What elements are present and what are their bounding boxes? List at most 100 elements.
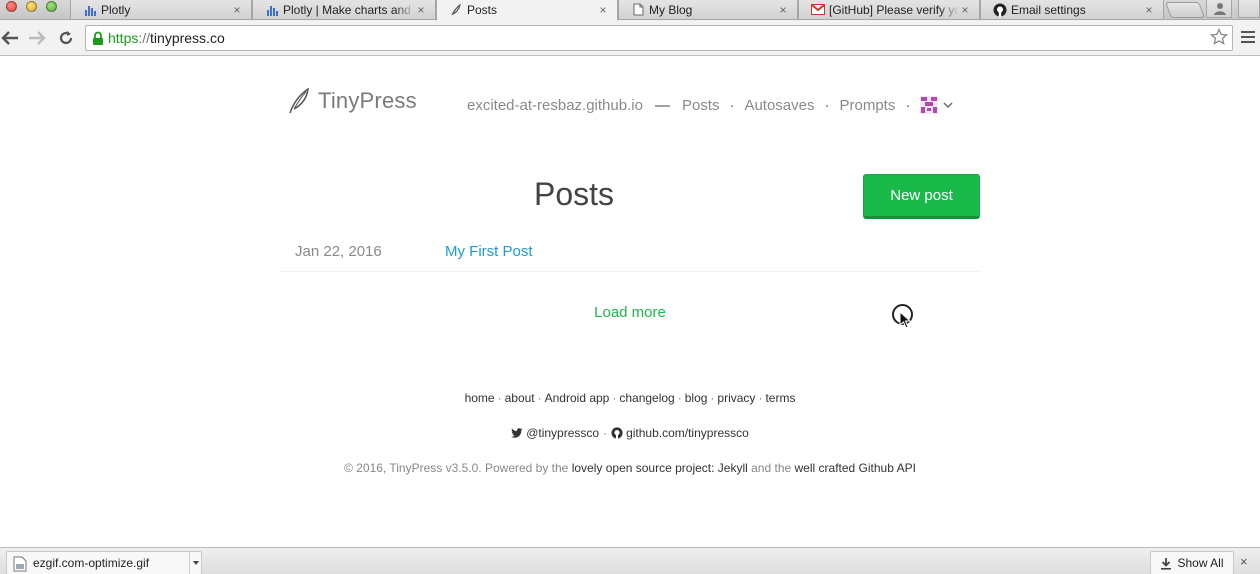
download-arrow-icon: [1161, 557, 1172, 570]
download-item[interactable]: ezgif.com-optimize.gif: [6, 551, 202, 574]
footer-separator: ·: [710, 391, 715, 405]
arrow-right-icon: [29, 31, 46, 45]
list-item: Jan 22, 2016 My First Post: [281, 232, 980, 272]
footer-link-terms[interactable]: terms: [765, 391, 795, 405]
gmail-icon: [811, 3, 825, 17]
footer-separator: ·: [603, 426, 608, 440]
post-list: Jan 22, 2016 My First Post: [281, 232, 980, 272]
file-icon: [13, 556, 27, 572]
new-post-button[interactable]: New post: [863, 174, 980, 219]
footer-link-about[interactable]: about: [505, 391, 535, 405]
top-nav: excited-at-resbaz.github.io — Posts · Au…: [467, 96, 954, 114]
address-bar[interactable]: https://tinypress.co: [85, 25, 1233, 51]
github-api-link[interactable]: well crafted Github API: [795, 461, 916, 475]
lock-icon: [92, 31, 104, 46]
url-text: https://tinypress.co: [108, 30, 225, 46]
tab-title: Posts: [467, 3, 498, 17]
site-header: TinyPress excited-at-resbaz.github.io — …: [0, 56, 1260, 156]
footer-separator: ·: [612, 391, 617, 405]
tab-title: [GitHub] Please verify your email: [829, 2, 959, 17]
close-icon[interactable]: ×: [231, 4, 243, 16]
hamburger-menu-icon[interactable]: [1241, 31, 1255, 43]
post-title-link[interactable]: My First Post: [445, 243, 533, 260]
tab-title: Plotly | Make charts and dashboards: [283, 2, 415, 17]
close-icon[interactable]: ×: [1240, 554, 1248, 569]
forward-button[interactable]: [27, 28, 47, 48]
nav-autosaves[interactable]: Autosaves: [744, 97, 814, 114]
twitter-icon: [511, 428, 523, 438]
jekyll-link[interactable]: lovely open source project: Jekyll: [572, 461, 748, 475]
nav-separator: ·: [905, 96, 911, 114]
footer-separator: ·: [497, 391, 502, 405]
footer-separator: ·: [677, 391, 682, 405]
github-icon: [993, 3, 1007, 17]
nav-dash: —: [654, 96, 670, 114]
new-tab-button[interactable]: [1165, 2, 1205, 18]
footer-link-changelog[interactable]: changelog: [619, 391, 674, 405]
reload-button[interactable]: [56, 28, 76, 48]
footer-copyright: © 2016, TinyPress v3.5.0. Powered by the…: [0, 461, 1260, 475]
footer-links: home · about · Android app · changelog · blog · pr…: [0, 391, 1260, 405]
footer-separator: ·: [537, 391, 542, 405]
footer-link-home[interactable]: home: [465, 391, 495, 405]
back-button[interactable]: [0, 28, 20, 48]
url-scheme: https: [108, 30, 139, 46]
close-icon[interactable]: ×: [777, 4, 789, 16]
footer-link-privacy[interactable]: privacy: [717, 391, 755, 405]
footer-link-android[interactable]: Android app: [545, 391, 610, 405]
tab-my-blog[interactable]: My Blog ×: [618, 0, 798, 20]
tinypress-feather-icon: [449, 3, 463, 17]
footer-link-blog[interactable]: blog: [685, 391, 708, 405]
nav-prompts[interactable]: Prompts: [840, 97, 896, 114]
plotly-icon: [83, 3, 97, 17]
avatar: [920, 96, 939, 114]
url-separator: ://: [138, 30, 151, 46]
github-link[interactable]: github.com/tinypressco: [626, 426, 749, 440]
triangle-down-icon: [192, 561, 199, 565]
url-host: tinypress.co: [150, 30, 225, 46]
plotly-icon: [265, 3, 279, 17]
show-all-downloads-button[interactable]: Show All: [1150, 551, 1234, 574]
close-icon[interactable]: ×: [959, 4, 971, 16]
arrow-left-icon: [1, 31, 18, 45]
tab-plotly[interactable]: Plotly ×: [70, 0, 252, 20]
tab-title: Plotly: [101, 2, 131, 17]
download-filename: ezgif.com-optimize.gif: [33, 556, 150, 570]
document-icon: [631, 3, 645, 17]
tab-plotly-charts[interactable]: Plotly | Make charts and dashboards ×: [252, 0, 436, 20]
feather-icon: [289, 88, 309, 114]
download-shelf: ezgif.com-optimize.gif Show All ×: [0, 547, 1260, 574]
repo-link[interactable]: excited-at-resbaz.github.io: [467, 97, 643, 114]
tab-overflow-button[interactable]: [1238, 0, 1260, 18]
nav-posts[interactable]: Posts: [682, 97, 720, 114]
tab-strip: Plotly × Plotly | Make charts and dashbo…: [0, 0, 1260, 21]
user-menu[interactable]: [920, 96, 954, 114]
twitter-link[interactable]: @tinypressco: [526, 426, 599, 440]
close-icon[interactable]: ×: [1143, 4, 1155, 16]
tab-github-verify[interactable]: [GitHub] Please verify your email ×: [798, 0, 980, 20]
tab-posts[interactable]: Posts ×: [436, 0, 618, 21]
download-menu-button[interactable]: [189, 552, 201, 574]
copyright-text-mid: and the: [747, 461, 795, 475]
copyright-text: © 2016, TinyPress v3.5.0. Powered by the: [344, 461, 572, 475]
site-logo[interactable]: TinyPress: [288, 88, 417, 114]
nav-separator: ·: [729, 96, 735, 114]
reload-icon: [59, 31, 73, 45]
chevron-down-icon: [943, 102, 953, 108]
browser-toolbar: https://tinypress.co: [0, 20, 1260, 56]
window-close-button[interactable]: [6, 1, 17, 12]
profile-button[interactable]: [1206, 0, 1232, 18]
close-icon[interactable]: ×: [415, 4, 427, 16]
load-more-link[interactable]: Load more: [0, 304, 1260, 321]
bookmark-star-icon[interactable]: [1209, 27, 1229, 51]
tab-email-settings[interactable]: Email settings ×: [980, 0, 1164, 20]
tab-title: Email settings: [1011, 2, 1086, 17]
logo-text: TinyPress: [318, 88, 417, 113]
close-icon[interactable]: ×: [597, 4, 609, 16]
window-zoom-button[interactable]: [46, 1, 57, 12]
window-minimize-button[interactable]: [26, 1, 37, 12]
person-icon: [1214, 3, 1226, 15]
nav-separator: ·: [824, 96, 830, 114]
tab-title: My Blog: [649, 2, 693, 17]
footer-separator: ·: [758, 391, 763, 405]
